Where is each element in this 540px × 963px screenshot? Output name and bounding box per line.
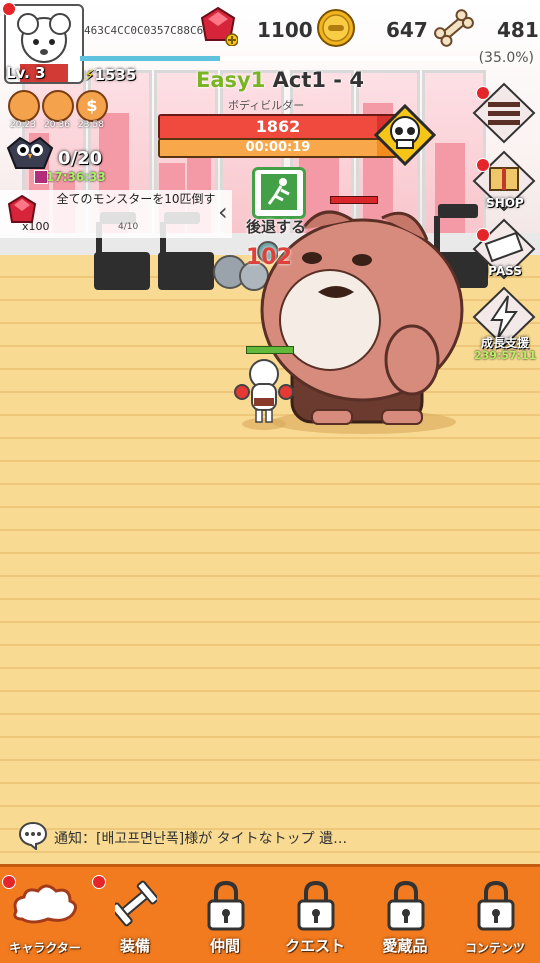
coin-count: 647 [386, 18, 428, 42]
quest-panel[interactable]: x100 全てのモンスターを10匹倒す 4/10 [0, 190, 232, 238]
gem-count: 1100 [257, 18, 313, 42]
nav-quest-label: クエスト [284, 937, 345, 955]
equipment-notification-dot [92, 875, 106, 889]
stage-timer-bar: 00:00:19 [158, 138, 398, 158]
gold-coin-icon [317, 9, 355, 47]
retreat-button[interactable] [252, 167, 306, 219]
owl-timer: 17:36:33 [46, 170, 106, 184]
cloud-buff-icon[interactable] [8, 90, 40, 122]
owl-counter: 0/20 [58, 148, 103, 169]
damage-number: 102 [246, 245, 292, 270]
boss-skull-icon [374, 104, 436, 166]
lock-icon [297, 880, 335, 931]
stage-difficulty: Easy1 [196, 68, 266, 92]
lock-icon [477, 880, 515, 931]
retreat-label[interactable]: 後退する [246, 216, 306, 237]
lightning-icon: ⚡ [84, 66, 95, 84]
stage-progress-fill [80, 56, 220, 61]
boss-hp-bar: 1862 [158, 114, 398, 140]
character-notification-dot [2, 875, 16, 889]
notice-prefix: 通知： [54, 831, 96, 847]
bone-icon [434, 9, 474, 47]
chat-bubble-icon [18, 821, 48, 850]
enemy-name: ボディビルダー [228, 99, 305, 112]
pass-label: PASS [488, 264, 522, 278]
buff-timer: 23:58 [78, 120, 104, 130]
stage-progress-bar [80, 56, 480, 61]
boss-health-minibar [330, 196, 378, 204]
poodle-cloud-icon [13, 884, 77, 924]
lock-icon [387, 880, 425, 931]
menu-notification-dot [476, 86, 490, 100]
lock-icon [207, 880, 245, 931]
stage-timer: 00:00:19 [245, 140, 311, 155]
dumbbell-icon [115, 880, 157, 927]
nav-content-label: コンテンツ [464, 941, 525, 955]
combat-power-value: 1535 [94, 66, 137, 84]
player-level: Lv. 3 [6, 64, 46, 82]
shop-notification-dot [476, 158, 490, 172]
stage-progress-percent: (35.0%) [478, 50, 534, 66]
notice-ticker: 通知：[배고프면난폭]様が タイトなトップ 遺… [54, 828, 347, 848]
nav-collection-label: 愛蔵品 [382, 937, 428, 955]
nav-quest[interactable]: クエスト [270, 867, 360, 963]
nav-content[interactable]: コンテンツ [450, 867, 540, 963]
growth-support-timer: 239:57:11 [474, 349, 537, 362]
user-id: 463C4CC0C0357C88C6 [84, 24, 204, 37]
ruby-gem-icon[interactable] [198, 6, 238, 46]
shoe-buff-icon[interactable] [42, 90, 74, 122]
pass-notification-dot [476, 228, 490, 242]
dollar-buff-icon[interactable]: $ [76, 90, 108, 122]
growth-support-button[interactable]: 成長支援 [472, 286, 536, 350]
quest-description: 全てのモンスターを10匹倒す [56, 192, 216, 206]
nav-companion[interactable]: 仲間 [180, 867, 270, 963]
combat-power: ⚡1535 [84, 66, 136, 84]
owl-mascot-icon[interactable] [4, 124, 56, 176]
avatar-notification-dot [2, 2, 16, 16]
player-poodle-character[interactable] [232, 356, 294, 430]
player-health-minibar [246, 346, 294, 354]
notice-message: [배고프면난폭]様が タイトなトップ 遺… [96, 831, 348, 847]
running-exit-icon [261, 174, 297, 210]
stage-title: Easy1 Act1 - 4 [196, 68, 364, 92]
shop-label: SHOP [486, 196, 524, 210]
nav-companion-label: 仲間 [209, 937, 240, 955]
quest-progress: 4/10 [118, 222, 139, 232]
boss-hp-value: 1862 [255, 117, 301, 136]
bottom-navigation: キャラクター 装備 仲間 クエスト 愛蔵品 コンテンツ [0, 864, 540, 963]
nav-character-label: キャラクター [9, 941, 81, 955]
stage-act: Act1 - 4 [272, 68, 364, 92]
nav-collection[interactable]: 愛蔵品 [360, 867, 450, 963]
bone-count: 481 [497, 18, 539, 42]
nav-equipment-label: 装備 [119, 937, 150, 955]
quest-reward: x100 [22, 220, 50, 233]
collapse-arrow-icon[interactable]: ‹ [218, 198, 228, 226]
